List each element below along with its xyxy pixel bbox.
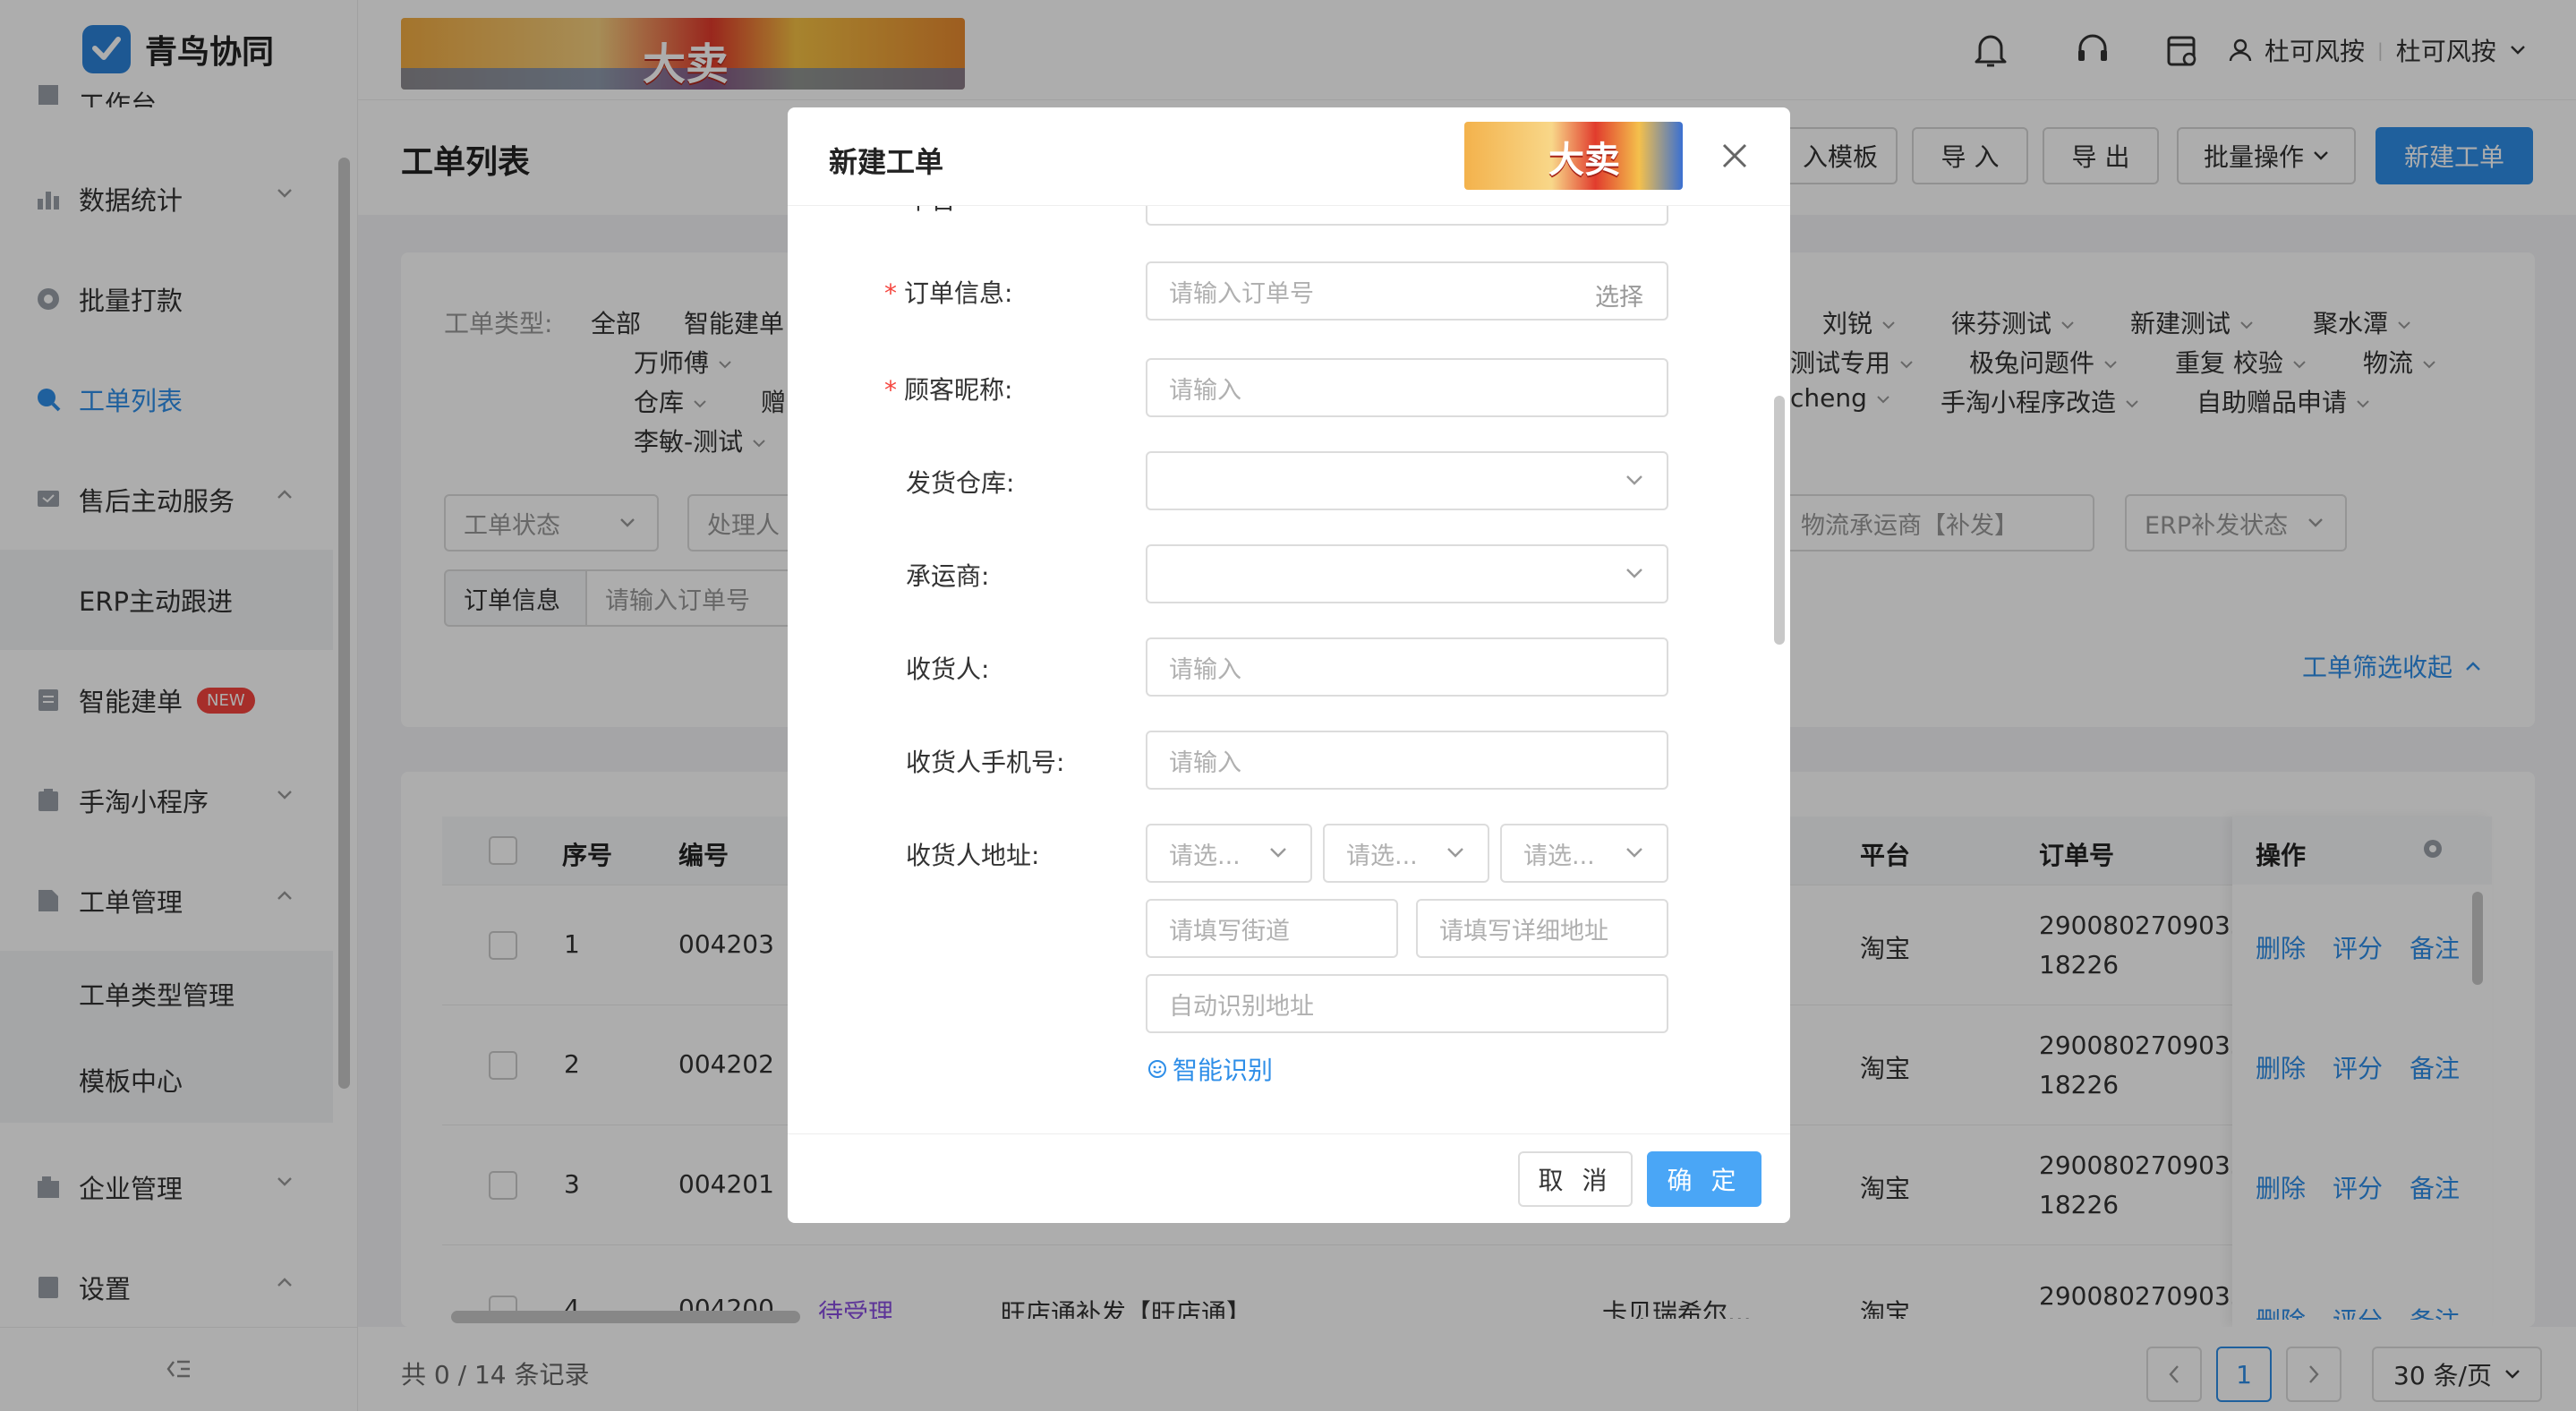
field-label-platform: 平台 xyxy=(906,206,956,217)
chevron-down-icon xyxy=(1625,847,1643,858)
field-label-receiver: 收货人: xyxy=(906,654,990,684)
field-label-warehouse: 发货仓库: xyxy=(906,468,1015,498)
field-label-address: 收货人地址: xyxy=(906,841,1040,870)
modal-title: 新建工单 xyxy=(829,145,944,179)
modal-banner-text: 大卖 xyxy=(1548,140,1620,181)
customer-nickname-input[interactable]: 请输入 xyxy=(1146,358,1668,417)
field-label-phone: 收货人手机号: xyxy=(906,748,1065,777)
field-label-order: * 订单信息: xyxy=(884,274,1012,310)
receiver-input[interactable]: 请输入 xyxy=(1146,637,1668,697)
field-label-nickname: * 顾客昵称: xyxy=(884,371,1012,406)
order-number-input[interactable]: 请输入订单号 选择 xyxy=(1146,261,1668,321)
field-label-text: 顾客昵称: xyxy=(904,375,1013,405)
close-icon[interactable] xyxy=(1719,140,1751,172)
district-select[interactable]: 请选... xyxy=(1500,824,1668,883)
smart-recognize-link[interactable]: 智能识别 xyxy=(1147,1051,1273,1087)
chevron-down-icon xyxy=(1625,475,1643,485)
required-mark: * xyxy=(884,375,897,405)
chevron-down-icon xyxy=(1446,847,1464,858)
confirm-button[interactable]: 确 定 xyxy=(1647,1151,1761,1207)
warehouse-select[interactable] xyxy=(1146,451,1668,510)
street-input[interactable]: 请填写街道 xyxy=(1146,899,1398,958)
chevron-down-icon xyxy=(1269,847,1287,858)
field-label-carrier: 承运商: xyxy=(906,561,990,591)
order-number-placeholder: 请输入订单号 xyxy=(1169,279,1314,308)
province-placeholder: 请选... xyxy=(1169,842,1241,870)
modal-body: 平台 *订单信息: 请输入订单号 选择 *顾客昵称: 请输入 发货仓库: 承运商… xyxy=(788,206,1772,1133)
field-label-text: 订单信息: xyxy=(904,278,1013,308)
auto-address-input[interactable]: 自动识别地址 xyxy=(1146,974,1668,1033)
receiver-phone-input[interactable]: 请输入 xyxy=(1146,731,1668,790)
required-mark: * xyxy=(884,278,897,308)
province-select[interactable]: 请选... xyxy=(1146,824,1312,883)
detail-address-input[interactable]: 请填写详细地址 xyxy=(1416,899,1668,958)
cancel-button[interactable]: 取 消 xyxy=(1518,1151,1633,1207)
platform-select[interactable] xyxy=(1146,206,1668,226)
city-placeholder: 请选... xyxy=(1346,842,1418,870)
smile-icon xyxy=(1147,1059,1167,1079)
district-placeholder: 请选... xyxy=(1523,842,1595,870)
modal-promo-banner: 大卖 xyxy=(1464,122,1683,190)
order-select-link[interactable]: 选择 xyxy=(1595,278,1643,312)
city-select[interactable]: 请选... xyxy=(1323,824,1489,883)
modal-scrollbar[interactable] xyxy=(1774,396,1785,645)
modal-header: 新建工单 大卖 xyxy=(788,107,1790,206)
carrier-select[interactable] xyxy=(1146,544,1668,603)
modal-footer-divider xyxy=(788,1133,1790,1134)
smart-recognize-label: 智能识别 xyxy=(1173,1056,1274,1085)
chevron-down-icon xyxy=(1625,568,1643,578)
